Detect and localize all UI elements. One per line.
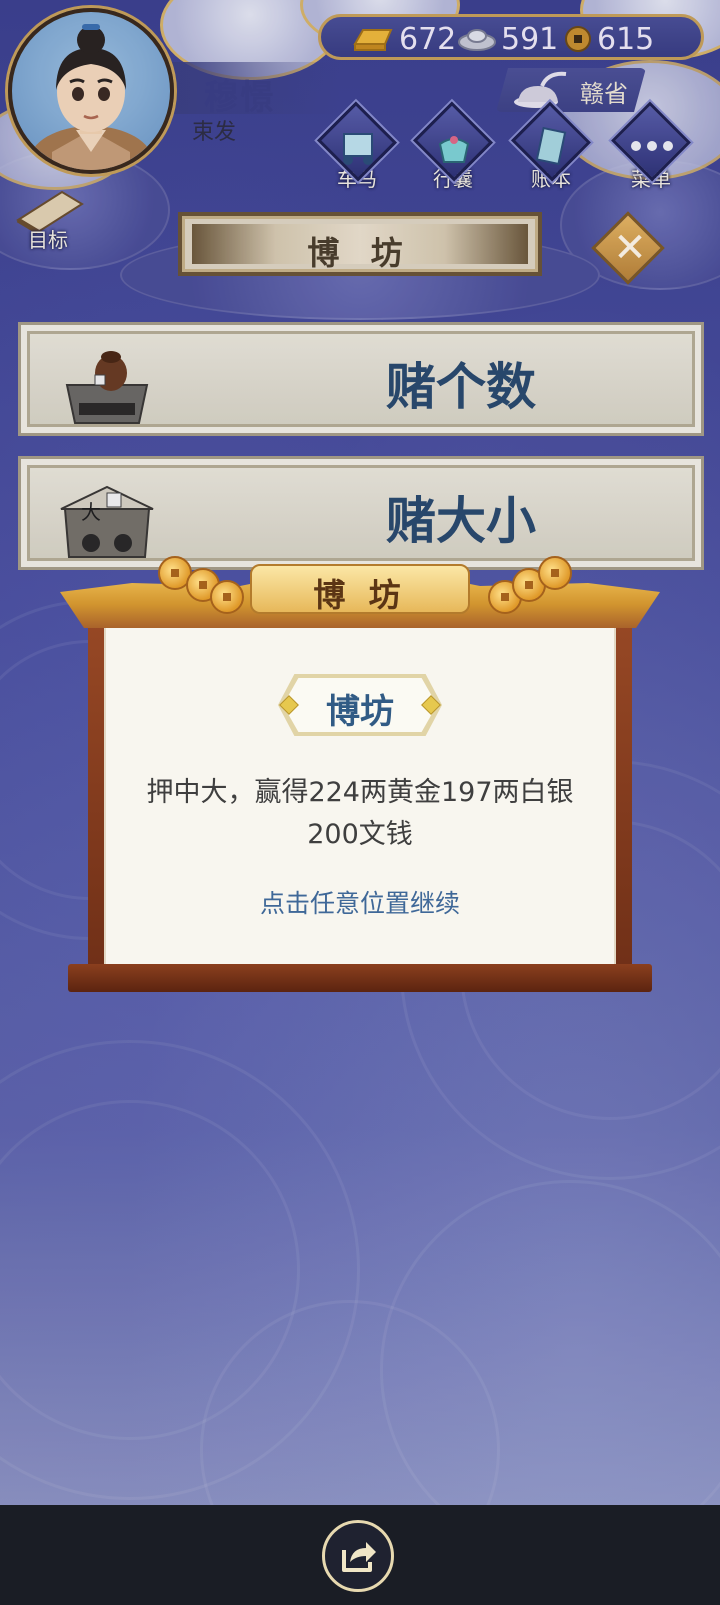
result-line: 押中大，赢得224两黄金197两白银 — [146, 777, 574, 808]
share-button[interactable] — [322, 1520, 394, 1592]
result-message: 押中大，赢得224两黄金197两白银 200文钱 — [120, 772, 600, 856]
share-icon — [342, 1542, 376, 1572]
dialog-base — [68, 964, 652, 992]
coin-ornament-icon — [210, 580, 244, 614]
continue-prompt[interactable]: 点击任意位置继续 — [120, 884, 600, 920]
game-screen: 穆憬 束发 672 591 615 赣省 目标 博 坊 ✕ 赌个数 大 赌大小 … — [0, 0, 720, 1505]
dialog-header-title: 博 坊 — [313, 576, 407, 614]
coin-ornament-icon — [538, 556, 572, 590]
dialog-title: 博坊 — [326, 692, 394, 732]
result-line: 200文钱 — [307, 819, 413, 850]
